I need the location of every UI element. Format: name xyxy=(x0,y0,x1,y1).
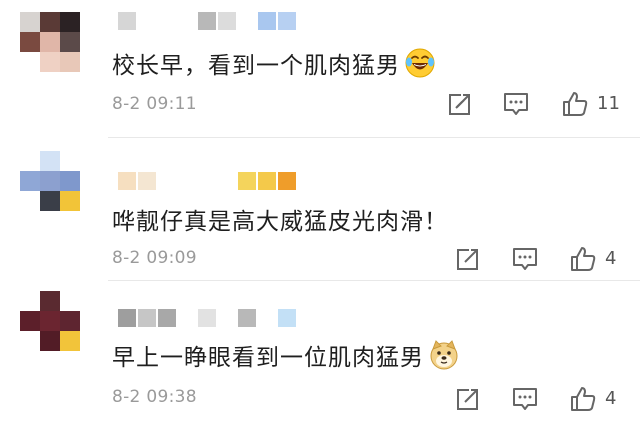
username-pixelated[interactable] xyxy=(118,12,296,32)
comment-timestamp: 8-2 09:09 xyxy=(112,248,197,268)
comment-time: 09:11 xyxy=(146,94,197,114)
avatar-pixel xyxy=(20,32,40,52)
doge-emoji-icon xyxy=(430,340,458,370)
comment-timestamp: 8-2 09:38 xyxy=(112,387,197,407)
comment-text-content: 校长早，看到一个肌肉猛男 xyxy=(112,53,400,79)
avatar-pixel xyxy=(60,151,80,171)
comment-text: 哗靓仔真是高大威猛皮光肉滑！ xyxy=(112,202,448,236)
username-pixel xyxy=(258,172,276,190)
avatar-pixel xyxy=(40,331,60,351)
username-pixel xyxy=(238,172,256,190)
like-count: 11 xyxy=(597,93,620,114)
avatar-pixel xyxy=(20,151,40,171)
avatar-pixel xyxy=(40,52,60,72)
comment-bubble-icon[interactable] xyxy=(503,91,529,117)
comment-time: 09:09 xyxy=(146,248,197,268)
laughing-tears-emoji-icon xyxy=(405,48,435,78)
avatar-pixel xyxy=(20,311,40,331)
username-pixel xyxy=(278,309,296,327)
username-pixel xyxy=(118,172,136,190)
comment-date: 8-2 xyxy=(112,248,141,268)
comment-item: 早上一睁眼看到一位肌肉猛男 8-2 09:38 4 xyxy=(0,281,640,427)
username-pixel xyxy=(178,172,196,190)
username-pixelated[interactable] xyxy=(118,172,296,192)
comment-text: 早上一睁眼看到一位肌肉猛男 xyxy=(112,338,460,372)
comment-date: 8-2 xyxy=(112,387,141,407)
username-pixel xyxy=(238,12,256,30)
avatar-pixel xyxy=(60,12,80,32)
username-pixel xyxy=(138,309,156,327)
username-pixel xyxy=(158,172,176,190)
avatar-pixel xyxy=(40,311,60,331)
username-pixel xyxy=(158,309,176,327)
avatar-pixel xyxy=(40,171,60,191)
username-pixel xyxy=(258,309,276,327)
avatar-pixel xyxy=(60,32,80,52)
comment-text: 校长早，看到一个肌肉猛男 xyxy=(112,46,436,80)
username-pixel xyxy=(198,309,216,327)
username-pixel xyxy=(118,309,136,327)
comment-text-content: 哗靓仔真是高大威猛皮光肉滑！ xyxy=(112,209,448,235)
comment-item: 哗靓仔真是高大威猛皮光肉滑！ 8-2 09:09 4 xyxy=(0,138,640,281)
username-pixelated[interactable] xyxy=(118,309,296,329)
thumbs-up-icon[interactable] xyxy=(562,91,588,117)
username-pixel xyxy=(138,172,156,190)
username-pixel xyxy=(218,172,236,190)
username-pixel xyxy=(178,309,196,327)
comment-text-content: 早上一睁眼看到一位肌肉猛男 xyxy=(112,345,424,371)
avatar-pixel xyxy=(20,52,40,72)
comment-date: 8-2 xyxy=(112,94,141,114)
avatar-pixel xyxy=(40,32,60,52)
avatar-pixel xyxy=(40,291,60,311)
username-pixel xyxy=(218,309,236,327)
avatar-pixel xyxy=(20,12,40,32)
thumbs-up-icon[interactable] xyxy=(570,386,596,412)
username-pixel xyxy=(118,12,136,30)
username-pixel xyxy=(238,309,256,327)
like-count: 4 xyxy=(605,388,617,409)
avatar-pixel xyxy=(40,151,60,171)
username-pixel xyxy=(278,172,296,190)
avatar-pixel xyxy=(40,12,60,32)
username-pixel xyxy=(258,12,276,30)
avatar-pixel xyxy=(60,191,80,211)
avatar-pixel xyxy=(60,291,80,311)
avatar-pixel xyxy=(60,52,80,72)
comment-item: 校长早，看到一个肌肉猛男 8-2 09:11 11 xyxy=(0,0,640,138)
username-pixel xyxy=(198,12,216,30)
avatar-pixel xyxy=(60,311,80,331)
comment-timestamp: 8-2 09:11 xyxy=(112,94,197,114)
username-pixel xyxy=(218,12,236,30)
avatar-pixel xyxy=(20,171,40,191)
like-count: 4 xyxy=(605,248,617,269)
thumbs-up-icon[interactable] xyxy=(570,246,596,272)
avatar[interactable] xyxy=(20,12,80,72)
username-pixel xyxy=(278,12,296,30)
avatar-pixel xyxy=(20,191,40,211)
avatar[interactable] xyxy=(20,291,80,351)
username-pixel xyxy=(138,12,156,30)
avatar[interactable] xyxy=(20,151,80,211)
avatar-pixel xyxy=(20,331,40,351)
comment-bubble-icon[interactable] xyxy=(512,246,538,272)
username-pixel xyxy=(158,12,176,30)
comment-time: 09:38 xyxy=(146,387,197,407)
share-edit-icon[interactable] xyxy=(447,91,473,117)
avatar-pixel xyxy=(60,171,80,191)
avatar-pixel xyxy=(60,331,80,351)
share-edit-icon[interactable] xyxy=(455,246,481,272)
share-edit-icon[interactable] xyxy=(455,386,481,412)
username-pixel xyxy=(178,12,196,30)
avatar-pixel xyxy=(40,191,60,211)
username-pixel xyxy=(198,172,216,190)
avatar-pixel xyxy=(20,291,40,311)
comment-bubble-icon[interactable] xyxy=(512,386,538,412)
